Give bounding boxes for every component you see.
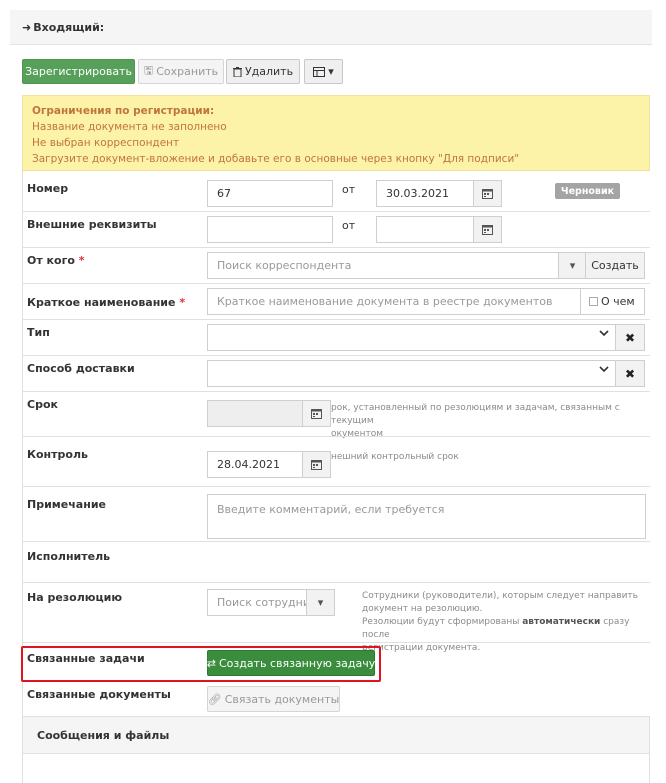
related-tasks-label: Связанные задачи <box>27 652 145 665</box>
number-date-sep: от <box>342 183 356 196</box>
registration-warning: Ограничения по регистрации: Название док… <box>22 95 650 171</box>
close-icon[interactable]: ✖ <box>615 360 645 387</box>
link-documents-button[interactable]: 🔗︎ Связать документы <box>207 686 340 712</box>
chevron-down-icon <box>599 330 609 337</box>
divider <box>22 541 650 542</box>
employee-search-input[interactable]: Поиск сотрудни <box>207 589 307 616</box>
exchange-icon: ⇄ <box>206 656 216 670</box>
divider <box>22 247 650 248</box>
number-date-input[interactable]: 30.03.2021 <box>376 180 474 207</box>
external-date-sep: от <box>342 219 356 232</box>
correspondent-search-input[interactable]: Поиск корреспондента <box>207 252 559 279</box>
divider <box>22 211 650 212</box>
divider <box>22 642 650 643</box>
register-button[interactable]: Зарегистрировать <box>22 59 135 84</box>
divider <box>22 355 650 356</box>
related-docs-label: Связанные документы <box>27 688 171 701</box>
deadline-label: Срок <box>27 398 58 411</box>
create-related-task-button[interactable]: ⇄ Создать связанную задачу <box>207 650 375 676</box>
external-date-input[interactable] <box>376 216 474 243</box>
messages-panel-header[interactable]: Сообщения и файлы <box>22 716 650 754</box>
type-label: Тип <box>27 326 50 339</box>
save-button[interactable]: 🖫 Сохранить <box>138 59 224 84</box>
panel-title: ➜ Входящий: <box>22 21 105 34</box>
caret-down-icon: ▾ <box>328 65 334 78</box>
link-icon: 🔗︎ <box>207 692 222 706</box>
control-date-input[interactable]: 28.04.2021 <box>207 451 303 478</box>
divider <box>22 582 650 583</box>
calendar-icon[interactable] <box>302 400 331 427</box>
number-input[interactable]: 67 <box>207 180 333 207</box>
divider <box>22 319 650 320</box>
checkbox-box[interactable] <box>589 297 598 306</box>
form-left-border <box>22 171 23 716</box>
control-label: Контроль <box>27 448 88 461</box>
calendar-icon[interactable] <box>473 216 502 243</box>
note-label: Примечание <box>27 498 106 511</box>
chevron-down-icon[interactable]: ▾ <box>558 252 587 279</box>
note-textarea[interactable]: Введите комментарий, если требуется <box>207 494 646 539</box>
divider <box>22 283 650 284</box>
create-correspondent-button[interactable]: Создать <box>585 252 645 279</box>
resolution-hint: Сотрудники (руководители), которым следу… <box>362 591 638 653</box>
chevron-down-icon[interactable]: ▾ <box>306 589 335 616</box>
number-label: Номер <box>27 182 69 195</box>
control-hint: нешний контрольный срок <box>331 452 459 462</box>
delivery-label: Способ доставки <box>27 362 135 375</box>
close-icon[interactable]: ✖ <box>615 324 645 351</box>
divider <box>22 486 650 487</box>
divider <box>22 436 650 437</box>
calendar-icon[interactable] <box>473 180 502 207</box>
table-icon <box>313 66 326 77</box>
short-name-label: Краткое наименование * <box>27 296 186 309</box>
calendar-icon[interactable] <box>302 451 331 478</box>
deadline-input <box>207 400 303 427</box>
external-number-input[interactable] <box>207 216 333 243</box>
table-menu-button[interactable]: ▾ <box>304 59 343 84</box>
chevron-down-icon <box>599 366 609 373</box>
delete-button[interactable]: Удалить <box>226 59 300 84</box>
status-badge: Черновик <box>555 183 620 199</box>
divider <box>22 391 650 392</box>
external-label: Внешние реквизиты <box>27 218 157 231</box>
save-icon: 🖫 <box>143 64 154 77</box>
messages-panel-body <box>22 753 650 783</box>
trash-icon <box>232 66 242 77</box>
panel-header: ➜ Входящий: <box>10 10 652 45</box>
messages-title: Сообщения и файлы <box>37 729 170 742</box>
executor-label: Исполнитель <box>27 550 111 563</box>
delivery-select[interactable] <box>207 360 616 387</box>
sign-in-icon: ➜ <box>22 21 32 34</box>
type-select[interactable] <box>207 324 616 351</box>
resolution-label: На резолюцию <box>27 591 123 604</box>
from-label: От кого * <box>27 254 85 267</box>
short-name-input[interactable]: Краткое наименование документа в реестре… <box>207 288 581 315</box>
about-checkbox[interactable]: О чем <box>580 288 645 315</box>
